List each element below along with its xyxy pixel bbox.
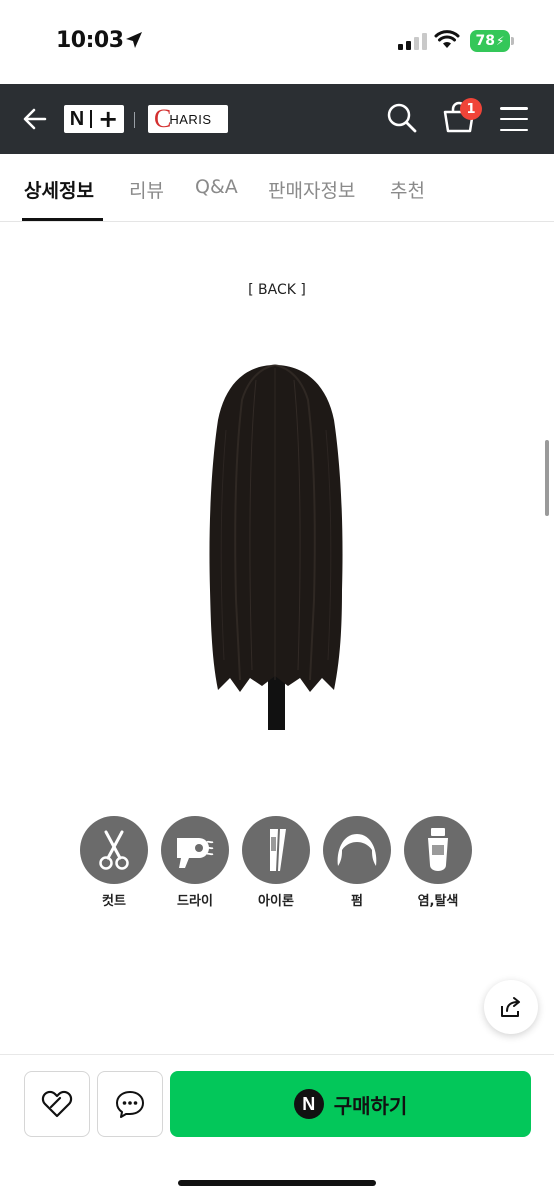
naver-plus-logo-n: N xyxy=(69,107,85,130)
talk-talk-button[interactable] xyxy=(97,1071,163,1137)
search-icon[interactable] xyxy=(384,100,420,136)
heart-icon xyxy=(41,1090,73,1118)
chat-bubble-icon xyxy=(116,1091,144,1118)
share-icon xyxy=(501,997,520,1017)
tab-qna[interactable]: Q&A xyxy=(195,176,238,198)
hair-dryer-icon xyxy=(177,838,214,868)
dye-tube-icon xyxy=(428,828,448,871)
tab-recommend[interactable]: 추천 xyxy=(390,176,425,203)
cellular-signal-icon xyxy=(398,32,427,50)
bottom-action-bar: N 구매하기 xyxy=(0,1054,554,1200)
wifi-icon xyxy=(434,30,460,48)
menu-line xyxy=(500,117,528,121)
hair-treatment-icons: 컷트 드라이 아이론 펌 염,탈색 xyxy=(78,816,478,926)
tab-reviews[interactable]: 리뷰 xyxy=(129,176,164,203)
wishlist-button[interactable] xyxy=(24,1071,90,1137)
store-logo-text: HARIS xyxy=(169,111,212,127)
tool-cut: 컷트 xyxy=(78,816,150,909)
tool-dye-label: 염,탈색 xyxy=(417,894,459,909)
menu-button[interactable] xyxy=(498,104,530,134)
battery-indicator: 78 ⚡ xyxy=(470,30,510,52)
wig-back-view-image xyxy=(209,364,343,730)
tool-perm-label: 펌 xyxy=(351,894,363,909)
tool-cut-label: 컷트 xyxy=(102,894,126,909)
naver-plus-logo-plus: + xyxy=(98,105,119,133)
buy-button-label: 구매하기 xyxy=(333,1093,408,1118)
share-button[interactable] xyxy=(484,980,538,1034)
charging-bolt-icon: ⚡ xyxy=(496,34,505,48)
cart-count-badge: 1 xyxy=(460,98,482,120)
scrollbar[interactable] xyxy=(545,440,549,516)
tool-dye: 염,탈색 xyxy=(402,816,474,909)
buy-button[interactable]: N 구매하기 xyxy=(170,1071,531,1137)
status-bar: 10:03 78 ⚡ xyxy=(0,0,554,84)
naver-pay-icon: N xyxy=(293,1089,324,1119)
store-logo[interactable]: C HARIS xyxy=(148,105,228,133)
active-tab-indicator xyxy=(22,218,103,221)
tab-details[interactable]: 상세정보 xyxy=(24,176,94,203)
menu-line xyxy=(500,128,528,131)
back-button[interactable] xyxy=(18,102,52,136)
tool-dry-label: 드라이 xyxy=(177,894,213,909)
tab-seller-info[interactable]: 판매자정보 xyxy=(268,176,355,203)
header-divider xyxy=(134,112,135,128)
tool-iron-label: 아이론 xyxy=(258,894,294,909)
flat-iron-icon xyxy=(270,829,286,871)
perm-icon xyxy=(337,834,377,866)
logo-separator xyxy=(90,110,93,128)
menu-line xyxy=(500,107,528,110)
back-arrow-icon xyxy=(23,108,47,130)
naver-plus-logo[interactable]: N + xyxy=(64,105,124,133)
battery-level: 78 xyxy=(475,33,496,49)
tool-dry: 드라이 xyxy=(159,816,231,909)
view-label: [ BACK ] xyxy=(248,282,306,298)
product-tabs: 상세정보 리뷰 Q&A 판매자정보 추천 xyxy=(0,154,554,222)
tool-iron: 아이론 xyxy=(240,816,312,909)
home-indicator xyxy=(178,1180,376,1186)
tool-perm: 펌 xyxy=(321,816,393,909)
battery-nub xyxy=(511,37,514,45)
location-arrow-icon xyxy=(126,32,142,48)
scissors-icon xyxy=(99,830,129,870)
status-time: 10:03 xyxy=(56,28,124,53)
